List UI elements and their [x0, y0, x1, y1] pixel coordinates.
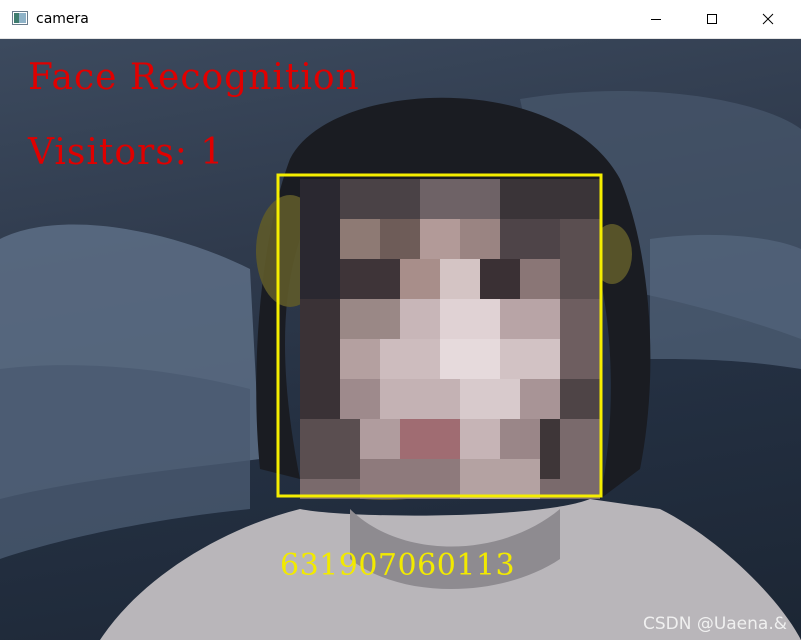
heading-overlay: Face Recognition	[28, 57, 360, 98]
face-id-label: 631907060113	[280, 548, 516, 583]
window-title: camera	[36, 11, 89, 27]
window-app-icon	[12, 11, 28, 25]
close-button[interactable]	[745, 0, 791, 38]
visitor-count: Visitors: 1	[28, 132, 225, 173]
pixelated-face	[300, 179, 600, 499]
close-icon	[762, 13, 774, 25]
watermark: CSDN @Uaena.&	[642, 614, 787, 634]
camera-window: camera Face Recognition Visitors: 1 6319…	[0, 0, 801, 640]
maximize-button[interactable]	[689, 0, 735, 38]
minimize-icon	[651, 19, 661, 20]
maximize-icon	[707, 14, 717, 24]
minimize-button[interactable]	[633, 0, 679, 38]
title-bar[interactable]: camera	[0, 0, 801, 39]
camera-feed: Face Recognition Visitors: 1 63190706011…	[0, 39, 801, 640]
